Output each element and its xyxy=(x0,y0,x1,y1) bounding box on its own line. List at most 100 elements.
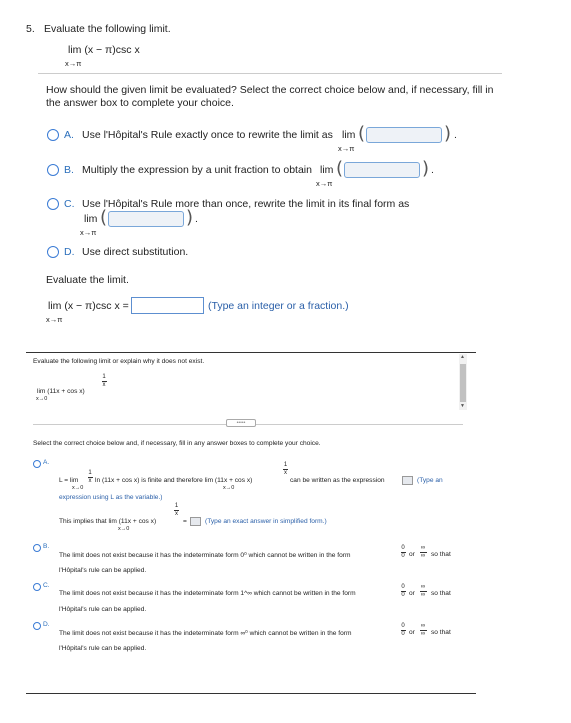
exponent-denominator: x xyxy=(102,382,106,388)
final-limit-subscript: x→π xyxy=(46,315,63,324)
q2-limit-expression: lim (11x + cos x) xyxy=(37,388,85,395)
q2-option-a-leq: L = lim xyxy=(59,477,79,484)
q2-prompt: Evaluate the following limit or explain … xyxy=(33,358,205,365)
option-a-text: Use l'Hôpital's Rule exactly once to rew… xyxy=(82,129,333,141)
limit-expression: lim (x − π)csc x xyxy=(68,44,140,56)
option-c-lim-sub: x→π xyxy=(80,228,97,237)
q2-option-d-text: The limit does not exist because it has … xyxy=(59,630,352,637)
left-paren: ( xyxy=(358,123,366,144)
question-number: 5. xyxy=(26,23,35,35)
exponent-numerator: 1 xyxy=(283,462,288,468)
q2-exponent: 1 x xyxy=(100,374,108,389)
bottom-separator xyxy=(26,693,476,694)
option-a-letter: A. xyxy=(64,129,74,141)
form-zero-over-zero: 0 0 xyxy=(400,623,406,638)
q2-option-a-exponent: 1 x xyxy=(282,462,289,477)
final-answer-input[interactable] xyxy=(131,297,204,314)
scrollbar-thumb[interactable] xyxy=(460,364,466,402)
divider xyxy=(38,73,502,74)
fraction-denominator: x xyxy=(88,478,92,484)
q2-option-a-leq-sub: x→0 xyxy=(72,485,84,491)
exponent-denominator: x xyxy=(284,470,287,476)
equals-sign: = xyxy=(183,518,187,525)
option-b-lim-sub: x→π xyxy=(316,179,333,188)
form-zero-over-zero: 0 0 xyxy=(400,545,406,560)
question-prompt: Evaluate the following limit. xyxy=(44,23,171,35)
q2-option-d-radio[interactable] xyxy=(33,622,41,630)
so-that: so that xyxy=(431,629,451,636)
or-word: or xyxy=(409,629,415,636)
so-that: so that xyxy=(431,551,451,558)
denominator: 0 xyxy=(401,631,405,637)
option-d-radio[interactable] xyxy=(47,246,59,258)
or-word: or xyxy=(409,590,415,597)
q2-instruction: Select the correct choice below and, if … xyxy=(33,440,321,447)
exponent-numerator: 1 xyxy=(174,503,179,509)
q2-option-a-expression-box[interactable] xyxy=(402,476,413,485)
option-c-text: Use l'Hôpital's Rule more than once, rew… xyxy=(82,198,410,210)
q2-option-c-radio[interactable] xyxy=(33,583,41,591)
evaluate-label: Evaluate the limit. xyxy=(46,274,129,286)
period: . xyxy=(431,164,434,176)
q2-option-d-line2: l'Hôpital's rule can be applied. xyxy=(59,645,147,652)
exponent-denominator: x xyxy=(175,511,178,517)
q2-option-b-radio[interactable] xyxy=(33,544,41,552)
numerator: ∞ xyxy=(420,584,426,590)
option-a-answer-box[interactable] xyxy=(366,127,442,143)
denominator: ∞ xyxy=(420,553,426,559)
so-that: so that xyxy=(431,590,451,597)
q2-option-a-ln-text: ln (11x + cos x) is finite and therefore… xyxy=(95,477,253,484)
form-zero-over-zero: 0 0 xyxy=(400,584,406,599)
q2-option-b-text: The limit does not exist because it has … xyxy=(59,552,351,559)
option-c-letter: C. xyxy=(64,198,75,210)
q2-option-a-implies-hint: (Type an exact answer in simplified form… xyxy=(205,518,327,525)
option-c-radio[interactable] xyxy=(47,198,59,210)
denominator: ∞ xyxy=(420,592,426,598)
q2-option-a-letter: A. xyxy=(43,459,50,466)
q2-option-a-fraction: 1 x xyxy=(87,470,93,485)
option-c-answer-box[interactable] xyxy=(108,211,184,227)
form-inf-over-inf: ∞ ∞ xyxy=(419,545,427,560)
final-answer-hint: (Type an integer or a fraction.) xyxy=(208,300,349,312)
option-b-letter: B. xyxy=(64,164,74,176)
q2-option-a-hint: (Type an xyxy=(417,477,443,484)
option-a-radio[interactable] xyxy=(47,129,59,141)
option-d-letter: D. xyxy=(64,246,75,258)
option-b-lim: lim xyxy=(320,164,334,176)
numerator: ∞ xyxy=(420,545,426,551)
q2-option-a-implies: This implies that lim (11x + cos x) xyxy=(59,518,157,525)
final-limit-expression: lim (x − π)csc x = xyxy=(48,300,129,312)
q2-option-c-letter: C. xyxy=(43,582,50,589)
or-word: or xyxy=(409,551,415,558)
q2-option-c-text: The limit does not exist because it has … xyxy=(59,590,356,597)
right-paren: ) xyxy=(444,123,452,144)
left-paren: ( xyxy=(336,158,344,179)
denominator: ∞ xyxy=(420,631,426,637)
option-a-lim: lim xyxy=(342,129,356,141)
expand-handle[interactable]: ••••• xyxy=(226,419,256,427)
q2-option-a-lim-sub: x→0 xyxy=(223,485,235,491)
numerator: ∞ xyxy=(420,623,426,629)
q2-option-a-answer-box[interactable] xyxy=(190,517,201,526)
right-paren: ) xyxy=(422,158,430,179)
instruction-line-1: How should the given limit be evaluated?… xyxy=(46,84,494,96)
q2-option-b-line2: l'Hôpital's rule can be applied. xyxy=(59,567,147,574)
q2-option-d-letter: D. xyxy=(43,621,50,628)
left-paren: ( xyxy=(100,207,108,228)
right-paren: ) xyxy=(186,207,194,228)
option-b-answer-box[interactable] xyxy=(344,162,420,178)
numerator: 0 xyxy=(401,545,405,551)
period: . xyxy=(454,129,457,141)
limit-subscript: x→π xyxy=(65,59,82,68)
instruction-line-2: the answer box to complete your choice. xyxy=(46,97,234,109)
scroll-down-arrow[interactable]: ▼ xyxy=(460,403,465,409)
scroll-up-arrow[interactable]: ▲ xyxy=(460,354,465,360)
numerator: 0 xyxy=(401,584,405,590)
q2-option-a-hint-line2: expression using L as the variable.) xyxy=(59,494,163,501)
numerator: 0 xyxy=(401,623,405,629)
denominator: 0 xyxy=(401,553,405,559)
q2-option-a-radio[interactable] xyxy=(33,460,41,468)
denominator: 0 xyxy=(401,592,405,598)
option-b-radio[interactable] xyxy=(47,164,59,176)
option-b-text: Multiply the expression by a unit fracti… xyxy=(82,164,312,176)
